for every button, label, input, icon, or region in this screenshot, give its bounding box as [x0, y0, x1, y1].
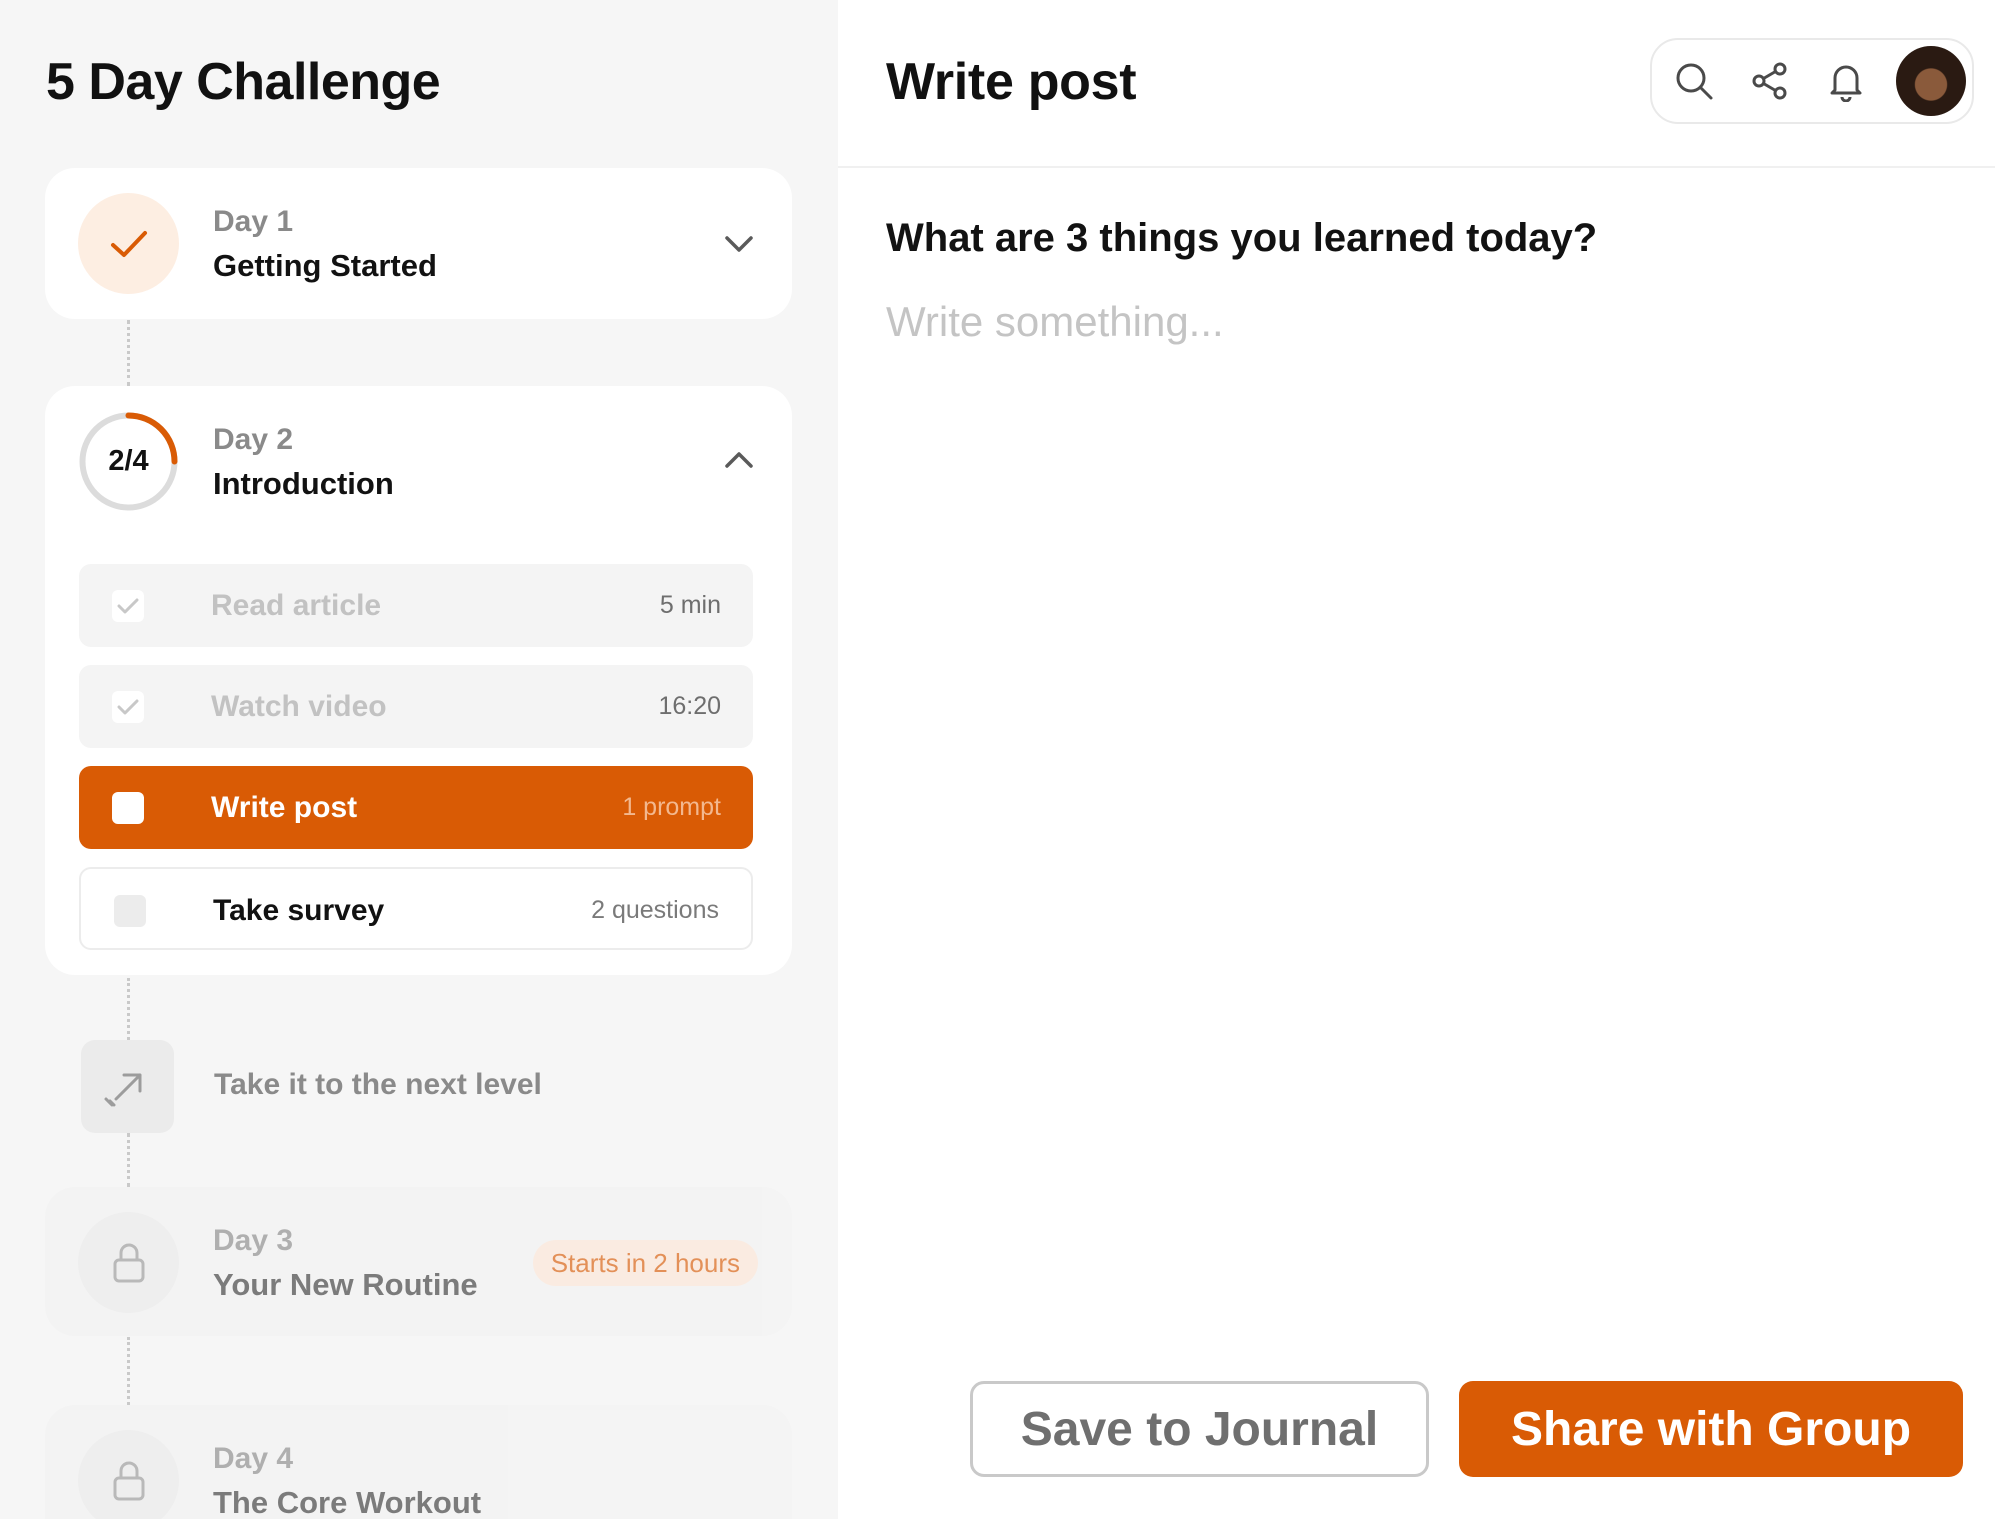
progress-count: 2/4	[108, 445, 149, 477]
day-card-4: Day 4 The Core Workout	[45, 1405, 792, 1519]
task-meta: 2 questions	[591, 896, 719, 924]
timeline-connector	[127, 1337, 130, 1405]
day-3-status	[78, 1212, 179, 1313]
task-name: Write post	[211, 791, 358, 824]
next-level-link[interactable]: Take it to the next level	[214, 1068, 542, 1102]
task-checkbox[interactable]	[112, 792, 144, 824]
day-4-number: Day 4	[213, 1442, 294, 1475]
check-icon	[117, 699, 139, 715]
task-watch-video[interactable]: Watch video 16:20	[79, 665, 753, 748]
timeline-connector	[127, 320, 130, 386]
challenge-title: 5 Day Challenge	[46, 53, 441, 111]
day-1-status	[78, 193, 179, 294]
page-title: Write post	[886, 53, 1137, 111]
check-icon	[110, 230, 147, 257]
avatar[interactable]	[1896, 46, 1966, 116]
header-toolbar	[1650, 38, 1974, 124]
task-meta: 16:20	[658, 692, 721, 720]
task-meta: 5 min	[659, 591, 721, 619]
notifications-button[interactable]	[1824, 59, 1868, 103]
task-write-post[interactable]: Write post 1 prompt	[79, 766, 753, 849]
task-checkbox[interactable]	[112, 590, 144, 622]
header-divider	[838, 166, 1995, 168]
save-to-journal-button[interactable]: Save to Journal	[970, 1381, 1429, 1477]
day-card-3: Day 3 Your New Routine Starts in 2 hours	[45, 1187, 792, 1336]
next-level-icon-box[interactable]	[81, 1040, 174, 1133]
day-3-number: Day 3	[213, 1224, 294, 1257]
task-checkbox[interactable]	[112, 691, 144, 723]
chevron-up-icon[interactable]	[722, 444, 756, 478]
task-checkbox[interactable]	[114, 895, 146, 927]
day-4-name: The Core Workout	[213, 1485, 482, 1519]
challenge-sidebar: 5 Day Challenge Day 1 Getting Started 2/…	[0, 0, 838, 1519]
bell-icon	[1830, 65, 1862, 102]
task-take-survey[interactable]: Take survey 2 questions	[79, 867, 753, 950]
task-meta: 1 prompt	[622, 793, 721, 821]
day-card-1[interactable]: Day 1 Getting Started	[45, 168, 792, 319]
day-1-number: Day 1	[213, 205, 294, 238]
day-4-status	[78, 1430, 179, 1519]
share-icon	[1752, 62, 1787, 100]
share-button[interactable]	[1748, 59, 1792, 103]
task-read-article[interactable]: Read article 5 min	[79, 564, 753, 647]
post-text-input[interactable]	[886, 292, 1946, 352]
day-2-name: Introduction	[213, 466, 394, 501]
task-name: Take survey	[213, 894, 385, 927]
day-1-name: Getting Started	[213, 248, 437, 283]
task-name: Watch video	[211, 690, 387, 723]
search-icon	[1676, 63, 1713, 100]
task-name: Read article	[211, 589, 382, 622]
check-icon	[117, 598, 139, 614]
day-3-name: Your New Routine	[213, 1267, 478, 1302]
day-2-number: Day 2	[213, 423, 294, 456]
prompt-question: What are 3 things you learned today?	[886, 216, 1598, 260]
chevron-down-icon[interactable]	[722, 226, 756, 260]
lock-icon	[113, 1461, 144, 1500]
search-button[interactable]	[1672, 59, 1716, 103]
starts-in-badge: Starts in 2 hours	[532, 1240, 758, 1286]
arrow-up-right-icon	[104, 1073, 141, 1106]
timeline-connector	[127, 1133, 130, 1187]
timeline-connector	[127, 978, 130, 1040]
share-with-group-button[interactable]: Share with Group	[1459, 1381, 1963, 1477]
lock-icon	[113, 1243, 144, 1282]
main-panel: Write post What are 3 things you learned…	[838, 0, 1995, 1519]
